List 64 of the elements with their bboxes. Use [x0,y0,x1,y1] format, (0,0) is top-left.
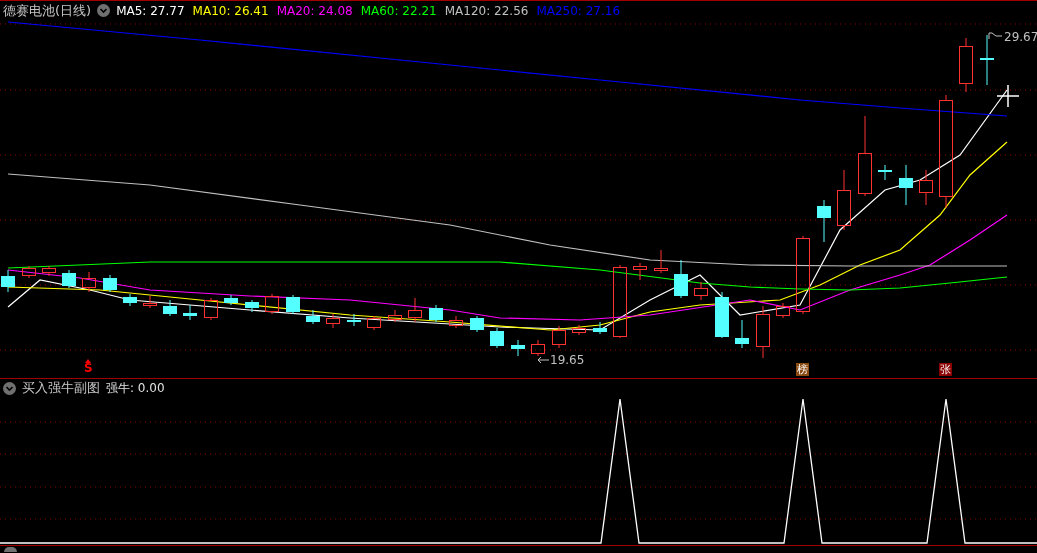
candlestick [919,169,933,206]
flag-line-icon [988,32,1003,40]
indicator-reading: 强牛: 0.00 [106,379,165,397]
candlestick [408,297,422,323]
candlestick [1,269,15,293]
candlestick [367,315,381,331]
candlestick [163,299,177,317]
candlestick [123,293,137,307]
price-label: 29.67 [1004,30,1037,44]
candlestick [531,339,545,357]
candlestick [837,169,851,231]
candlestick [103,274,117,293]
candlestick [878,164,892,181]
candlestick [82,271,96,293]
crosshair-icon [996,84,1020,108]
candlestick [224,294,238,306]
candlestick [22,265,36,279]
candlestick [633,262,647,281]
ma-legend-item: MA20: 24.08 [276,3,353,18]
candlestick [286,294,300,315]
ma-legend-item: MA10: 26.41 [192,3,269,18]
left-arrow-icon [537,356,549,364]
signal-tag: 张 [939,363,952,376]
ma-legend-item: MA5: 27.77 [116,3,185,18]
candlestick [183,304,197,321]
candlestick [593,321,607,335]
candlestick [674,259,688,299]
candlestick [899,164,913,206]
candlestick [735,319,749,349]
candlestick [204,297,218,321]
price-label: 19.65 [550,353,585,367]
candlestick [42,265,56,277]
candlestick [347,313,361,327]
candlestick [388,309,402,323]
indicator-title: 买入强牛副图 [22,379,100,397]
candlestick [449,315,463,329]
candlestick [756,305,770,359]
candlestick [511,339,525,357]
candlestick [429,304,443,323]
candlestick [326,313,340,329]
candlestick [654,249,668,274]
dropdown-icon[interactable] [97,4,111,17]
candlestick [980,34,994,86]
candlestick [552,325,566,349]
candlestick [572,324,586,336]
candlestick [245,299,259,313]
candlestick [776,302,790,319]
dropdown-icon[interactable] [3,381,16,395]
ma-legend-item: MA120: 22.56 [444,3,529,18]
candlestick [265,293,279,315]
candlestick [62,269,76,289]
candlestick [143,295,157,309]
candlestick [306,309,320,325]
dropdown-icon[interactable] [4,547,17,552]
signal-tag: 榜 [796,363,809,376]
ma-legend-item: MA250: 27.16 [536,3,621,18]
chart-title: 德赛电池(日线) [3,1,92,20]
candlestick [959,37,973,93]
candlestick [817,199,831,243]
candlestick [490,327,504,349]
candlestick [470,315,484,333]
candlestick [694,281,708,301]
ma-legend-item: MA60: 22.21 [360,3,437,18]
candlestick [715,291,729,339]
